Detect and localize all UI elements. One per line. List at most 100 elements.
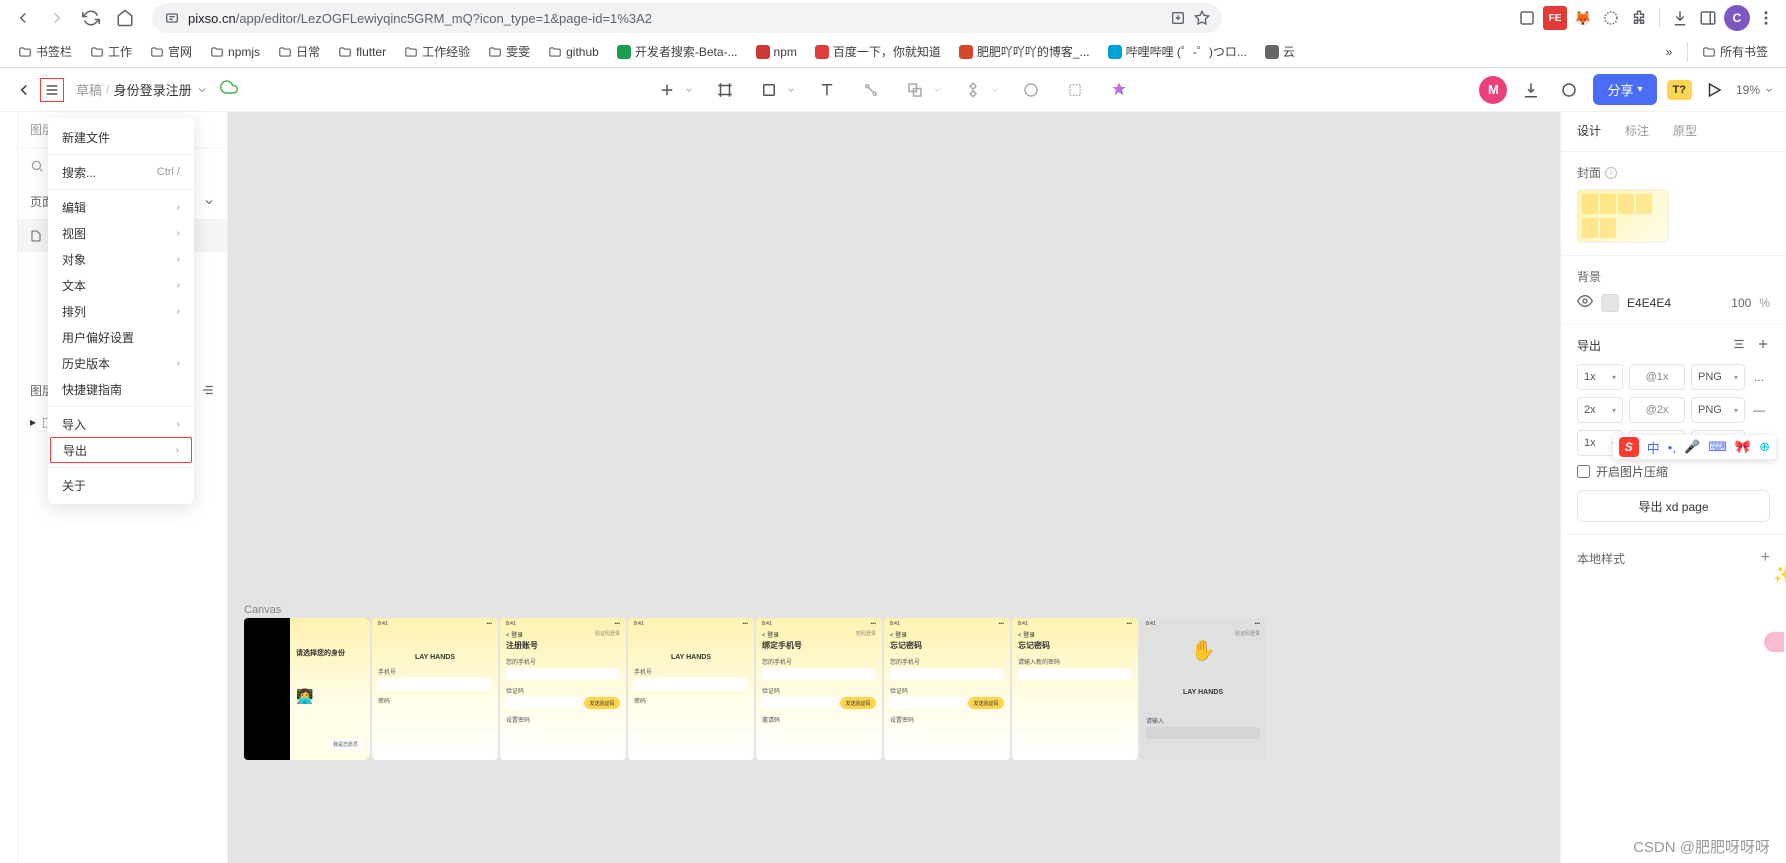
menu-edit[interactable]: 编辑› bbox=[48, 194, 194, 220]
bookmark-item[interactable]: 日常 bbox=[270, 39, 328, 64]
ext-fox-icon[interactable]: 🦊 bbox=[1571, 6, 1595, 30]
zoom-control[interactable]: 19% bbox=[1736, 83, 1774, 97]
crumb-file[interactable]: 身份登录注册 bbox=[114, 80, 192, 99]
shape-tool-dropdown[interactable] bbox=[785, 85, 797, 95]
bookmark-item[interactable]: 书签栏 bbox=[10, 39, 80, 64]
bookmark-item[interactable]: npmjs bbox=[202, 39, 268, 64]
menu-search[interactable]: 搜索...Ctrl / bbox=[48, 159, 194, 185]
export-format-select[interactable]: PNG▾ bbox=[1691, 364, 1745, 390]
export-scale-select[interactable]: 2x▾ bbox=[1577, 397, 1623, 423]
hamburger-menu-button[interactable] bbox=[40, 78, 64, 102]
app-back-button[interactable] bbox=[12, 78, 36, 102]
bookmark-item[interactable]: github bbox=[540, 39, 607, 64]
color-hex[interactable]: E4E4E4 bbox=[1627, 296, 1703, 310]
add-tool[interactable] bbox=[653, 76, 681, 104]
opacity-value[interactable]: 100 bbox=[1711, 296, 1751, 310]
bookmark-item[interactable]: 肥肥吖吖吖的博客_... bbox=[951, 39, 1098, 64]
ime-more-icon[interactable]: ⊕ bbox=[1759, 439, 1770, 455]
url-bar[interactable]: pixso.cn/app/editor/LezOGFLewiyqinc5GRM_… bbox=[152, 3, 1222, 33]
mask-tool[interactable] bbox=[1017, 76, 1045, 104]
add-style-icon[interactable]: + bbox=[1761, 549, 1770, 567]
ext-fe-icon[interactable]: FE bbox=[1543, 6, 1567, 30]
sync-status-icon[interactable] bbox=[220, 78, 238, 101]
ext-icon-1[interactable] bbox=[1515, 6, 1539, 30]
frame-2[interactable]: 8:41••• LAY HANDS 手机号 密码 bbox=[372, 618, 498, 760]
ime-punct-icon[interactable]: •, bbox=[1668, 440, 1676, 455]
export-settings-icon[interactable] bbox=[1732, 337, 1746, 354]
nav-home-icon[interactable] bbox=[110, 3, 140, 33]
canvas[interactable]: Canvas 请选择您的身份 👩‍💻 我是志愿员 8:41••• LAY HAN… bbox=[228, 112, 1560, 863]
sparkle-icon[interactable]: ✨ bbox=[1773, 565, 1786, 585]
color-swatch[interactable] bbox=[1601, 294, 1619, 312]
bookmark-item[interactable]: 官网 bbox=[142, 39, 200, 64]
frame-4[interactable]: 8:41••• LAY HANDS 手机号 密码 bbox=[628, 618, 754, 760]
menu-text[interactable]: 文本› bbox=[48, 272, 194, 298]
export-row-action[interactable]: — bbox=[1751, 403, 1767, 417]
export-icon[interactable] bbox=[1517, 76, 1545, 104]
frame-tool[interactable] bbox=[711, 76, 739, 104]
profile-avatar[interactable]: C bbox=[1724, 5, 1750, 31]
user-avatar[interactable]: M bbox=[1479, 76, 1507, 104]
menu-view[interactable]: 视图› bbox=[48, 220, 194, 246]
frame-8[interactable]: 8:41••• 验证码登录 ✋ LAY HANDS 请输入 bbox=[1140, 618, 1266, 760]
nav-back-icon[interactable] bbox=[8, 3, 38, 33]
menu-about[interactable]: 关于 bbox=[48, 472, 194, 498]
frame-1[interactable]: 请选择您的身份 👩‍💻 我是志愿员 bbox=[244, 618, 370, 760]
bookmark-item[interactable]: 云 bbox=[1257, 39, 1303, 64]
slice-tool[interactable] bbox=[1061, 76, 1089, 104]
bookmark-item[interactable]: 雯雯 bbox=[480, 39, 538, 64]
boolean-tool[interactable] bbox=[901, 76, 929, 104]
text-tool[interactable] bbox=[813, 76, 841, 104]
menu-history[interactable]: 历史版本› bbox=[48, 350, 194, 376]
compress-checkbox[interactable] bbox=[1577, 465, 1590, 478]
ime-skin-icon[interactable]: 🎀 bbox=[1735, 439, 1751, 455]
bookmark-item[interactable]: 开发者搜索-Beta-... bbox=[609, 39, 746, 64]
chrome-menu-icon[interactable] bbox=[1754, 6, 1778, 30]
tab-design[interactable]: 设计 bbox=[1577, 122, 1601, 141]
bookmark-item[interactable]: 工作 bbox=[82, 39, 140, 64]
tips-badge[interactable]: T? bbox=[1667, 80, 1692, 100]
nav-forward-icon[interactable] bbox=[42, 3, 72, 33]
menu-object[interactable]: 对象› bbox=[48, 246, 194, 272]
nav-reload-icon[interactable] bbox=[76, 3, 106, 33]
export-scale-select[interactable]: 1x▾ bbox=[1577, 364, 1623, 390]
bookmark-star-icon[interactable] bbox=[1194, 10, 1210, 26]
bookmark-item[interactable]: 工作经验 bbox=[396, 39, 478, 64]
visibility-icon[interactable] bbox=[1577, 293, 1593, 312]
bookmark-item[interactable]: flutter bbox=[330, 39, 394, 64]
present-button[interactable] bbox=[1702, 78, 1726, 102]
info-icon[interactable]: i bbox=[1605, 167, 1617, 179]
share-button[interactable]: 分享▾ bbox=[1593, 74, 1656, 105]
menu-new-file[interactable]: 新建文件 bbox=[48, 124, 194, 150]
sort-icon[interactable] bbox=[201, 383, 215, 397]
bookmarks-overflow-icon[interactable]: » bbox=[1657, 45, 1681, 59]
frame-5[interactable]: 8:41••• < 登录 密码登录 绑定手机号 您的手机号 验证码 发送验证码 … bbox=[756, 618, 882, 760]
menu-preferences[interactable]: 用户偏好设置 bbox=[48, 324, 194, 350]
chevron-down-icon[interactable] bbox=[196, 84, 208, 96]
frame-6[interactable]: 8:41••• < 登录 忘记密码 您的手机号 验证码 发送验证码 设置密码 bbox=[884, 618, 1010, 760]
frame-3[interactable]: 8:41••• < 登录 验证码登录 注册账号 您的手机号 验证码 发送验证码 … bbox=[500, 618, 626, 760]
tab-prototype[interactable]: 原型 bbox=[1673, 122, 1697, 141]
ime-lang[interactable]: 中 bbox=[1647, 438, 1660, 457]
compress-checkbox-row[interactable]: 开启图片压缩 bbox=[1577, 463, 1770, 480]
extensions-icon[interactable] bbox=[1627, 6, 1651, 30]
export-suffix-input[interactable]: @2x bbox=[1629, 397, 1685, 423]
connector-tool[interactable] bbox=[857, 76, 885, 104]
comment-icon[interactable] bbox=[1555, 76, 1583, 104]
bookmark-item[interactable]: npm bbox=[748, 39, 805, 64]
component-tool[interactable] bbox=[959, 76, 987, 104]
install-app-icon[interactable] bbox=[1170, 10, 1186, 26]
menu-export[interactable]: 导出› bbox=[50, 437, 192, 463]
boolean-tool-dropdown[interactable] bbox=[931, 85, 943, 95]
download-icon[interactable] bbox=[1668, 6, 1692, 30]
ext-icon-4[interactable] bbox=[1599, 6, 1623, 30]
frame-7[interactable]: 8:41••• < 登录 忘记密码 请输入新的密码 bbox=[1012, 618, 1138, 760]
menu-shortcuts[interactable]: 快捷键指南 bbox=[48, 376, 194, 402]
side-bubble[interactable] bbox=[1764, 632, 1784, 652]
menu-import[interactable]: 导入› bbox=[48, 411, 194, 437]
bookmark-item[interactable]: 哔哩哔哩 (゜-゜)つロ... bbox=[1100, 39, 1255, 64]
add-tool-dropdown[interactable] bbox=[683, 85, 695, 95]
tab-annotate[interactable]: 标注 bbox=[1625, 122, 1649, 141]
export-format-select[interactable]: PNG▾ bbox=[1691, 397, 1745, 423]
plugins-tool[interactable] bbox=[1105, 76, 1133, 104]
